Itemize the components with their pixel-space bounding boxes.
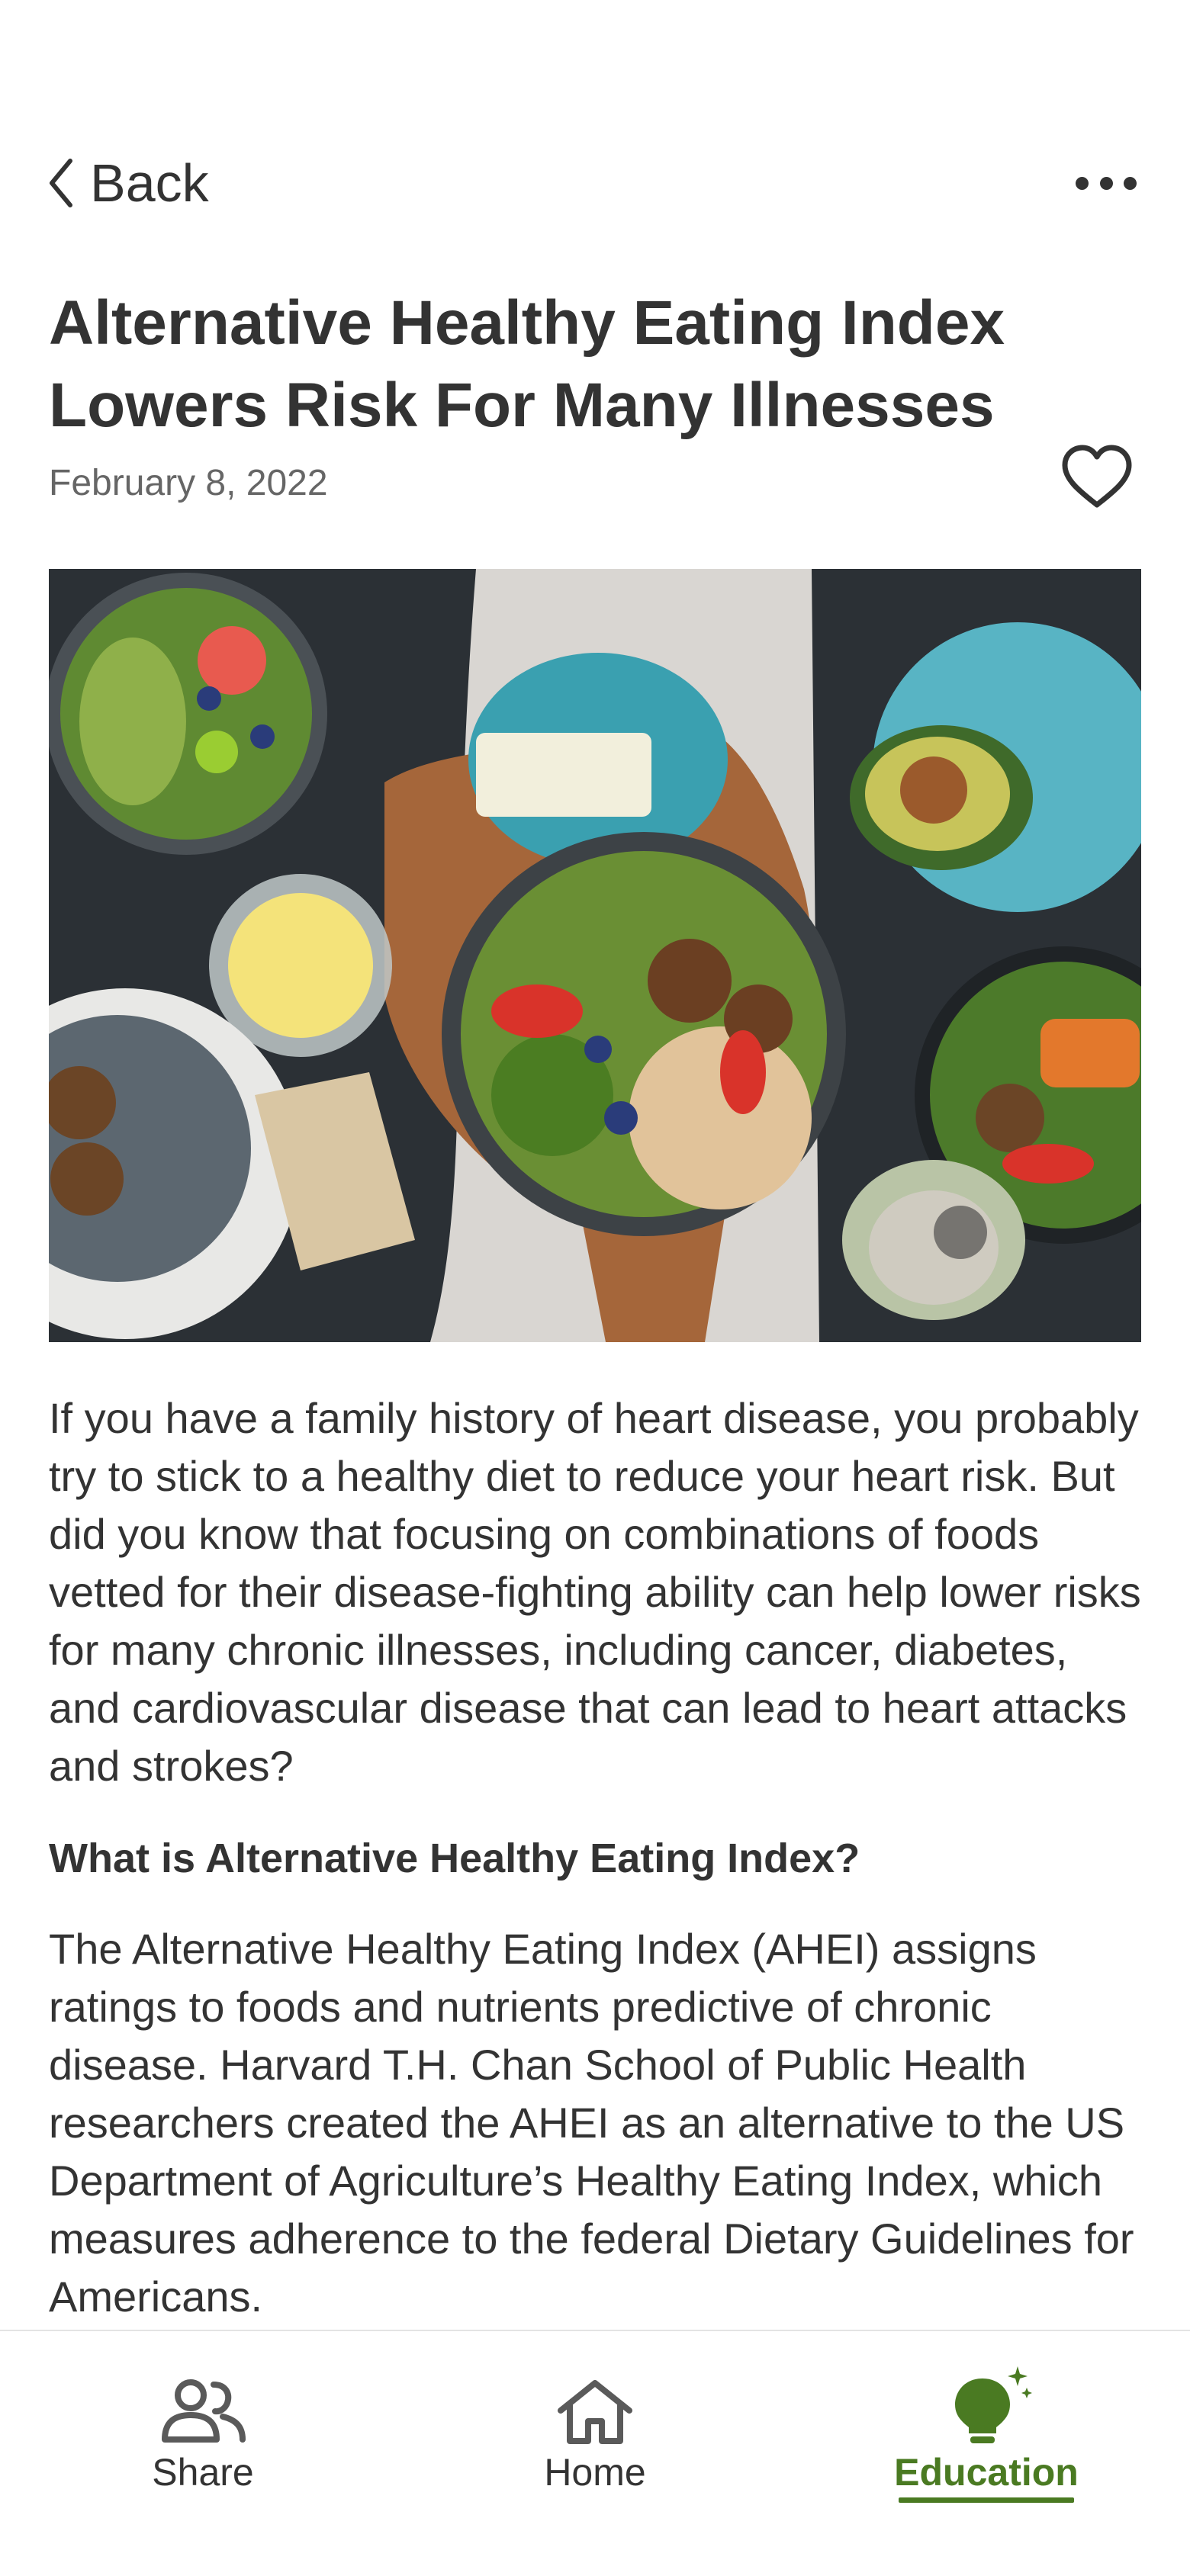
active-tab-indicator: [899, 2497, 1074, 2503]
chevron-left-icon: [50, 159, 72, 207]
nav-education[interactable]: Education: [872, 2366, 1101, 2529]
nav-education-label: Education: [894, 2451, 1079, 2494]
article-date: February 8, 2022: [49, 463, 328, 503]
article-hero-image: [49, 569, 1141, 1342]
more-options-icon[interactable]: [1076, 166, 1137, 200]
article-title: Alternative Healthy Eating Index Lowers …: [49, 288, 1005, 440]
favorite-button[interactable]: [1059, 442, 1135, 511]
article-intro: If you have a family history of heart di…: [49, 1394, 1141, 1790]
nav-share[interactable]: Share: [88, 2377, 317, 2529]
nav-home-label: Home: [544, 2451, 646, 2494]
nav-home[interactable]: Home: [481, 2377, 709, 2529]
back-label: Back: [90, 153, 209, 213]
back-button[interactable]: Back: [46, 153, 209, 214]
nav-share-label: Share: [152, 2451, 254, 2494]
section-heading: What is Alternative Healthy Eating Index…: [49, 1836, 860, 1881]
home-icon: [558, 2380, 632, 2444]
people-icon: [162, 2379, 246, 2443]
article-body: If you have a family history of heart di…: [49, 1389, 1147, 2326]
lightbulb-icon: [955, 2366, 1032, 2443]
bottom-navigation: Share Home Education: [0, 2330, 1190, 2576]
section-body: The Alternative Healthy Eating Index (AH…: [49, 1925, 1134, 2321]
top-bar: Back: [0, 145, 1190, 221]
heart-icon: [1062, 445, 1132, 508]
